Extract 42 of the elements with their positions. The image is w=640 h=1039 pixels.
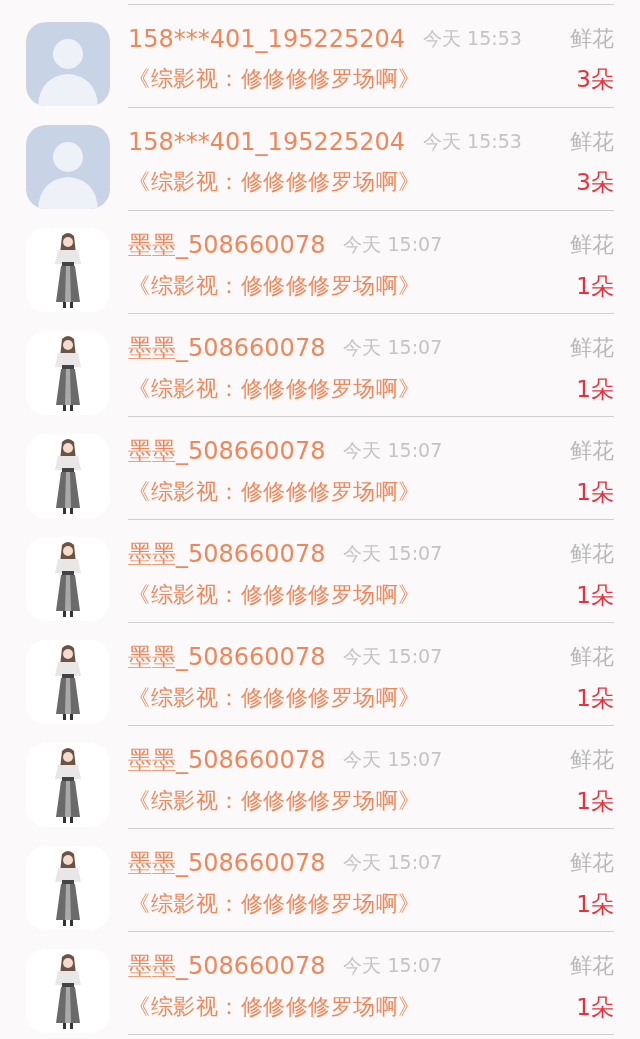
- gift-label: 鲜花: [570, 539, 614, 568]
- user-name: 墨墨_508660078: [128, 744, 326, 776]
- user-name: 158***401_195225204: [128, 127, 406, 156]
- gift-count: 1朵: [576, 477, 614, 507]
- user-name: 墨墨_508660078: [128, 847, 326, 879]
- user-name: 墨墨_508660078: [128, 332, 326, 364]
- user-name: 墨墨_508660078: [128, 435, 326, 467]
- gift-label: 鲜花: [570, 230, 614, 259]
- avatar-silhouette-icon: [26, 125, 110, 209]
- gift-label: 鲜花: [570, 333, 614, 362]
- book-title: 《综影视：修修修修罗场啊》: [128, 684, 421, 712]
- book-title: 《综影视：修修修修罗场啊》: [128, 890, 421, 918]
- user-name: 158***401_195225204: [128, 24, 406, 53]
- gift-count: 1朵: [576, 683, 614, 713]
- gift-count: 1朵: [576, 271, 614, 301]
- book-title: 《综影视：修修修修罗场啊》: [128, 787, 421, 815]
- gift-label: 鲜花: [570, 436, 614, 465]
- user-name: 墨墨_508660078: [128, 641, 326, 673]
- gift-count: 1朵: [576, 889, 614, 919]
- avatar-silhouette-icon: [26, 22, 110, 106]
- gift-count: 1朵: [576, 374, 614, 404]
- gift-count: 1朵: [576, 992, 614, 1022]
- gift-count: 3朵: [576, 64, 614, 94]
- book-title: 《综影视：修修修修罗场啊》: [128, 168, 421, 196]
- book-title: 《综影视：修修修修罗场啊》: [128, 375, 421, 403]
- gift-label: 鲜花: [570, 951, 614, 980]
- gift-label: 鲜花: [570, 642, 614, 671]
- gift-label: 鲜花: [570, 745, 614, 774]
- gift-count: 3朵: [576, 167, 614, 197]
- book-title: 《综影视：修修修修罗场啊》: [128, 272, 421, 300]
- gift-label: 鲜花: [570, 24, 614, 53]
- gift-count: 1朵: [576, 786, 614, 816]
- book-title: 《综影视：修修修修罗场啊》: [128, 478, 421, 506]
- book-title: 《综影视：修修修修罗场啊》: [128, 993, 421, 1021]
- book-title: 《综影视：修修修修罗场啊》: [128, 65, 421, 93]
- gift-label: 鲜花: [570, 848, 614, 877]
- gift-label: 鲜花: [570, 127, 614, 156]
- book-title: 《综影视：修修修修罗场啊》: [128, 581, 421, 609]
- user-name: 墨墨_508660078: [128, 229, 326, 261]
- user-name: 墨墨_508660078: [128, 950, 326, 982]
- user-name: 墨墨_508660078: [128, 538, 326, 570]
- gift-count: 1朵: [576, 580, 614, 610]
